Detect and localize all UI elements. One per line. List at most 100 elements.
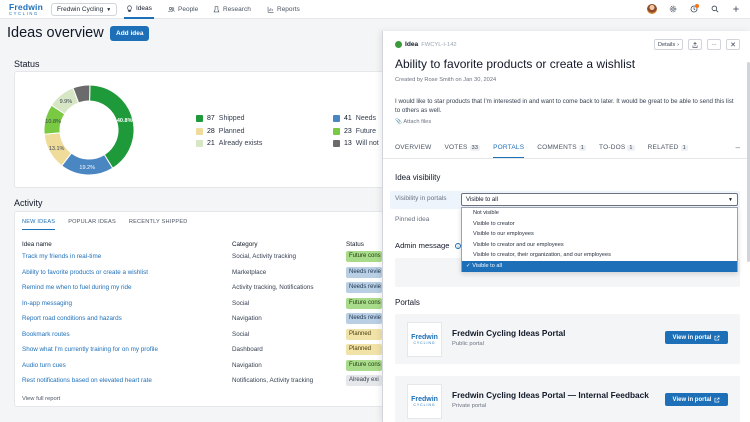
chevron-right-icon: ›	[677, 41, 679, 48]
idea-name-link[interactable]: Show what I'm currently training for on …	[22, 346, 158, 353]
legend-item-needs: 41 Needs	[333, 115, 376, 122]
view-full-report-link[interactable]: View full report	[22, 396, 60, 402]
nav-tab-ideas[interactable]: Ideas	[124, 0, 154, 19]
idea-name-link[interactable]: Ability to favorite products or create a…	[22, 269, 148, 276]
idea-name-link[interactable]: Report road conditions and hazards	[22, 315, 122, 322]
page-title: Ideas overview	[7, 25, 104, 41]
idea-name-link[interactable]: Bookmark routes	[22, 331, 70, 338]
status-donut-chart: 40.8% 19.2% 13.1% 10.8% 9.9%	[43, 84, 135, 176]
idea-name-link[interactable]: Remind me when to fuel during my ride	[22, 284, 132, 291]
search-button[interactable]	[709, 3, 721, 15]
tab-label: TO-DOS	[599, 144, 626, 151]
idea-category: Navigation	[232, 315, 262, 322]
nav-tab-label: Ideas	[136, 5, 152, 12]
legend-item-future: 23 Future	[333, 128, 376, 135]
paperclip-icon: 📎	[395, 119, 403, 125]
idea-category: Social, Activity tracking	[232, 253, 297, 260]
column-header-category[interactable]: Category	[232, 241, 258, 248]
create-button[interactable]	[730, 3, 742, 15]
legend-swatch	[333, 128, 340, 135]
tab-new-ideas[interactable]: NEW IDEAS	[22, 219, 56, 230]
view-in-portal-button[interactable]: View in portal	[665, 331, 728, 344]
tab-popular-ideas[interactable]: POPULAR IDEAS	[68, 219, 116, 230]
nav-tab-research[interactable]: Research	[213, 0, 251, 19]
portal-logo: Fredwin CYCLING	[407, 384, 442, 419]
notifications-button[interactable]	[688, 3, 700, 15]
option-visible-to-creator-and-employees[interactable]: Visible to creator and our employees	[462, 240, 737, 251]
tab-overview[interactable]: OVERVIEW	[395, 144, 432, 158]
button-label: View in portal	[672, 334, 712, 341]
details-label: Details	[658, 41, 676, 48]
more-tabs-button[interactable]: –	[736, 143, 740, 152]
view-in-portal-button[interactable]: View in portal	[665, 393, 728, 406]
workspace-name: Fredwin Cycling	[57, 6, 104, 13]
tab-votes[interactable]: VOTES 33	[445, 144, 481, 158]
legend-count: 21	[207, 140, 215, 147]
avatar-image	[647, 4, 657, 14]
logo-subline: CYCLING	[413, 403, 436, 407]
tab-portals[interactable]: PORTALS	[493, 144, 525, 158]
status-badge: Already exi	[346, 375, 382, 386]
visibility-select[interactable]: Visible to all ▼	[461, 193, 738, 206]
pinned-idea-label: Pinned idea	[395, 216, 430, 223]
legend-label: Future	[355, 128, 377, 135]
more-options-button[interactable]: ···	[707, 39, 721, 50]
donut-data-label: 40.8%	[117, 118, 133, 124]
tab-related[interactable]: RELATED 1	[648, 144, 688, 158]
tab-todos[interactable]: TO-DOS 1	[599, 144, 635, 158]
donut-data-label: 19.2%	[79, 165, 95, 171]
details-button[interactable]: Details ›	[654, 39, 683, 50]
share-button[interactable]	[688, 39, 702, 50]
legend-item-shipped: 87 Shipped	[196, 115, 245, 122]
add-idea-button[interactable]: Add idea	[110, 26, 150, 41]
attach-files-button[interactable]: 📎 Attach files	[395, 119, 431, 125]
attach-files-label: Attach files	[403, 119, 432, 125]
visibility-label: Visibility in portals	[395, 195, 447, 202]
donut-slice-shipped[interactable]	[89, 84, 135, 169]
tab-count-badge: 33	[469, 145, 481, 151]
tab-comments[interactable]: COMMENTS 1	[537, 144, 587, 158]
status-badge: Planned	[346, 344, 382, 355]
option-visible-to-creator-org-employees[interactable]: Visible to creator, their organization, …	[462, 250, 737, 261]
table-row: Audio turn cues Navigation Future cons	[22, 358, 382, 374]
workspace-selector[interactable]: Fredwin Cycling ▼	[51, 3, 118, 16]
option-not-visible[interactable]: Not visible	[462, 208, 737, 219]
people-icon	[168, 7, 175, 13]
option-visible-to-creator[interactable]: Visible to creator	[462, 219, 737, 230]
nav-tab-people[interactable]: People	[168, 0, 198, 19]
tab-recently-shipped[interactable]: RECENTLY SHIPPED	[129, 219, 188, 230]
tab-count-badge: 1	[578, 145, 587, 151]
settings-button[interactable]	[667, 3, 679, 15]
idea-category: Navigation	[232, 361, 262, 369]
close-button[interactable]: ✕	[726, 39, 740, 50]
idea-name-link[interactable]: Audio turn cues	[22, 362, 66, 369]
option-visible-to-employees[interactable]: Visible to our employees	[462, 229, 737, 240]
tabs-divider	[383, 158, 750, 159]
idea-description[interactable]: I would like to star products that I'm i…	[395, 97, 740, 115]
tab-label: PORTALS	[493, 144, 525, 151]
idea-name-link[interactable]: Track my friends in real-time	[22, 253, 101, 260]
app-logo[interactable]: Fredwin CYCLING	[9, 3, 43, 16]
idea-name-link[interactable]: Rest notifications based on elevated hea…	[22, 377, 152, 384]
option-visible-to-all[interactable]: ✓ Visible to all	[462, 260, 737, 272]
activity-tabs: NEW IDEAS POPULAR IDEAS RECENTLY SHIPPED	[22, 219, 188, 230]
status-badge: Needs revie	[346, 282, 382, 293]
table-row: Ability to favorite products or create a…	[22, 265, 382, 281]
column-header-idea-name[interactable]: Idea name	[22, 241, 52, 248]
legend-label: Will not	[355, 140, 379, 147]
column-header-status[interactable]: Status	[346, 241, 364, 248]
idea-visibility-heading: Idea visibility	[395, 173, 441, 182]
idea-name-link[interactable]: In-app messaging	[22, 300, 72, 307]
record-reference[interactable]: FWCYL-I-142	[421, 42, 456, 48]
donut-data-label: 9.9%	[60, 99, 73, 105]
idea-title[interactable]: Ability to favorite products or create a…	[395, 57, 635, 71]
portal-logo: Fredwin CYCLING	[407, 322, 442, 357]
user-avatar[interactable]	[646, 3, 658, 15]
legend-swatch	[333, 140, 340, 147]
portal-type: Public portal	[452, 341, 484, 347]
nav-tab-reports[interactable]: Reports	[267, 0, 300, 19]
tab-count-badge: 1	[680, 145, 688, 151]
status-section-title: Status	[14, 59, 40, 69]
nav-tab-label: Reports	[277, 6, 300, 13]
admin-message-label: Admin message	[395, 241, 450, 250]
